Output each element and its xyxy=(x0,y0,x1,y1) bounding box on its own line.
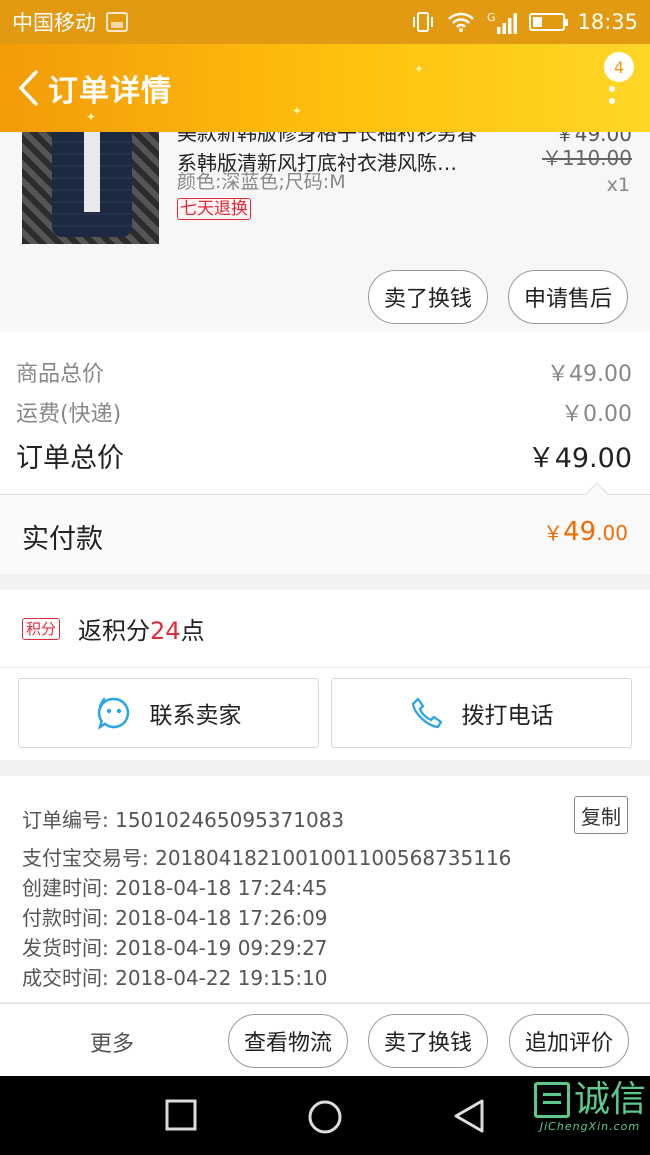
chat-face-icon xyxy=(97,697,129,730)
order-number-line: 订单编号: 150102465095371083 xyxy=(22,804,344,833)
system-nav-bar: 诚信 JiChengXin.com xyxy=(0,1076,650,1155)
call-phone-label: 拨打电话 xyxy=(461,703,554,729)
order-info: 复制 订单编号: 150102465095371083 支付宝交易号: 2018… xyxy=(0,776,650,1002)
completed-time-value: 2018-04-22 19:15:10 xyxy=(115,966,328,990)
shipped-time-label: 发货时间: xyxy=(22,936,109,960)
points-row: 积分 返积分24点 xyxy=(0,590,650,668)
original-price: ￥110.00 xyxy=(542,146,632,170)
created-time-label: 创建时间: xyxy=(22,876,109,900)
copy-order-number-button[interactable]: 复制 xyxy=(574,796,628,834)
paid-amount-row: 实付款 ￥49.00 xyxy=(0,482,650,574)
price-summary: 商品总价 ￥49.00 运费(快递) ￥0.00 订单总价 ￥49.00 xyxy=(0,332,650,494)
completed-time-label: 成交时间: xyxy=(22,966,109,990)
watermark-box-icon xyxy=(533,1082,570,1118)
watermark-subtext: JiChengXin.com xyxy=(539,1120,641,1133)
network-type: G xyxy=(486,10,496,24)
status-icons: G 18:35 xyxy=(411,10,638,34)
battery-icon xyxy=(529,13,569,31)
goods-total-value: ￥49.00 xyxy=(547,362,632,387)
phone-icon xyxy=(411,697,442,729)
shipping-row: 运费(快递) ￥0.00 xyxy=(16,396,632,428)
product-title-line1: 美款新韩版修身格子长袖衬衫男春 xyxy=(177,132,477,145)
order-total-row: 订单总价 ￥49.00 xyxy=(16,436,632,475)
app-header: 订单详情 ✦ ✦ ✦ 4 xyxy=(0,44,650,132)
carrier-group: 中国移动 xyxy=(12,7,128,37)
sparkle-decoration: ✦ xyxy=(292,104,303,118)
home-circle-icon[interactable] xyxy=(306,1098,344,1136)
paid-decimal: .00 xyxy=(596,521,628,545)
completed-time-line: 成交时间: 2018-04-22 19:15:10 xyxy=(22,962,328,991)
carrier-name: 中国移动 xyxy=(12,11,96,35)
product-card[interactable]: 美款新韩版修身格子长袖衬衫男春 系韩版清新风打底衬衣港风陈… 颜色:深蓝色;尺码… xyxy=(0,132,650,332)
wifi-icon xyxy=(448,12,474,32)
created-time-value: 2018-04-18 17:24:45 xyxy=(115,876,328,900)
more-menu-button[interactable] xyxy=(602,74,622,114)
points-prefix: 返积分 xyxy=(78,617,151,645)
points-tag: 积分 xyxy=(22,617,61,640)
seven-day-return-tag: 七天退换 xyxy=(177,198,251,220)
contact-seller-button[interactable]: 联系卖家 xyxy=(18,678,319,748)
points-suffix: 点 xyxy=(180,617,205,645)
order-number-label: 订单编号: xyxy=(22,808,109,832)
points-value: 24 xyxy=(150,617,181,645)
after-sale-button[interactable]: 申请售后 xyxy=(508,270,628,324)
product-image[interactable] xyxy=(22,132,159,244)
contact-area: 联系卖家 拨打电话 xyxy=(0,668,650,760)
contact-seller-label: 联系卖家 xyxy=(149,703,242,729)
created-time-line: 创建时间: 2018-04-18 17:24:45 xyxy=(22,872,328,901)
shipping-value: ￥0.00 xyxy=(561,402,632,427)
alipay-trade-line: 支付宝交易号: 2018041821001001100568735116 xyxy=(22,842,511,871)
status-bar: 中国移动 G 18:35 xyxy=(0,0,650,44)
watermark-text: 诚信 xyxy=(573,1079,646,1120)
sparkle-decoration: ✦ xyxy=(414,62,425,76)
paid-time-line: 付款时间: 2018-04-18 17:26:09 xyxy=(22,902,328,931)
product-quantity: x1 xyxy=(606,174,630,196)
signal-icon: G xyxy=(487,11,518,34)
more-actions-link[interactable]: 更多 xyxy=(90,1026,134,1058)
clock: 18:35 xyxy=(577,10,638,34)
chevron-left-icon xyxy=(18,70,38,106)
sell-for-cash-bottom-button[interactable]: 卖了换钱 xyxy=(368,1014,488,1068)
points-text: 返积分24点 xyxy=(78,611,205,646)
goods-total-row: 商品总价 ￥49.00 xyxy=(16,356,632,388)
sell-for-cash-button[interactable]: 卖了换钱 xyxy=(368,270,488,324)
paid-currency: ￥ xyxy=(543,521,564,545)
order-total-label: 订单总价 xyxy=(16,443,124,474)
shipped-time-line: 发货时间: 2018-04-19 09:29:27 xyxy=(22,932,328,961)
add-review-button[interactable]: 追加评价 xyxy=(509,1014,629,1068)
vibrate-icon xyxy=(412,12,433,32)
paid-amount: ￥49.00 xyxy=(543,517,628,547)
recents-square-icon[interactable] xyxy=(164,1098,198,1132)
watermark-logo: 诚信 JiChengXin.com xyxy=(533,1079,646,1133)
view-logistics-button[interactable]: 查看物流 xyxy=(228,1014,348,1068)
order-total-value: ￥49.00 xyxy=(527,443,632,474)
paid-time-value: 2018-04-18 17:26:09 xyxy=(115,906,328,930)
image-notification-icon xyxy=(106,12,128,32)
product-sku: 颜色:深蓝色;尺码:M xyxy=(177,171,346,193)
call-phone-button[interactable]: 拨打电话 xyxy=(331,678,632,748)
shipped-time-value: 2018-04-19 09:29:27 xyxy=(115,936,328,960)
back-triangle-icon[interactable] xyxy=(452,1098,486,1134)
paid-time-label: 付款时间: xyxy=(22,906,109,930)
alipay-trade-label: 支付宝交易号: xyxy=(22,846,149,870)
sparkle-decoration: ✦ xyxy=(86,110,97,124)
alipay-trade-value: 2018041821001001100568735116 xyxy=(155,846,512,870)
goods-total-label: 商品总价 xyxy=(16,362,105,387)
paid-integer: 49 xyxy=(563,517,597,547)
bottom-action-bar: 更多 查看物流 卖了换钱 追加评价 xyxy=(0,1003,650,1076)
paid-label: 实付款 xyxy=(22,524,103,555)
shipping-label: 运费(快递) xyxy=(16,402,122,427)
page-title: 订单详情 xyxy=(48,74,172,109)
back-button[interactable] xyxy=(8,58,48,118)
order-number-value: 150102465095371083 xyxy=(115,808,345,832)
